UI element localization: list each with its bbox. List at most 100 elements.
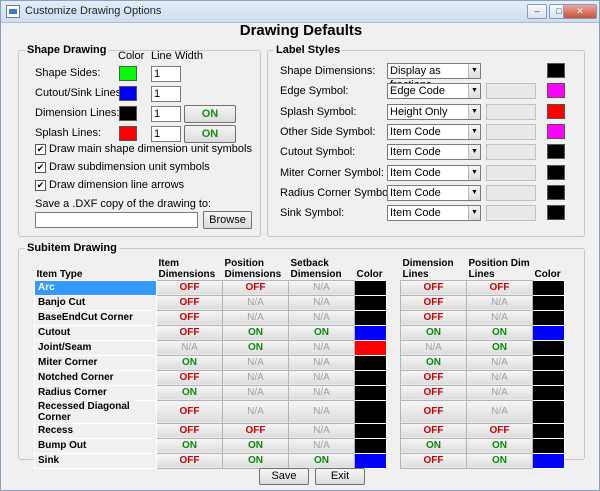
item-type-cell[interactable]: Cutout [34,324,157,341]
pos-dim-lines-toggle[interactable]: N/A [466,399,533,424]
dim-lines-toggle[interactable]: OFF [400,369,467,386]
setback-toggle[interactable]: N/A [288,384,355,401]
label-style-select[interactable]: Item Code ▼ [387,144,481,161]
pos-dim-lines-toggle[interactable]: ON [466,452,533,469]
item-type-cell[interactable]: Bump Out [34,437,157,454]
line-width-input[interactable]: 1 [151,106,181,122]
color-swatch[interactable] [532,437,565,454]
save-button[interactable]: Save [259,468,309,485]
setback-toggle[interactable]: N/A [288,422,355,439]
color-swatch[interactable] [532,279,565,296]
color-swatch[interactable] [354,399,387,424]
color-swatch[interactable] [547,63,565,78]
item-type-cell[interactable]: Banjo Cut [34,294,157,311]
item-type-cell[interactable]: Joint/Seam [34,339,157,356]
label-style-select[interactable]: Edge Code ▼ [387,83,481,100]
pos-dim-lines-toggle[interactable]: OFF [466,279,533,296]
item-dims-toggle[interactable]: OFF [156,279,223,296]
color-swatch[interactable] [532,354,565,371]
dim-lines-toggle[interactable]: OFF [400,422,467,439]
pos-dim-lines-toggle[interactable]: N/A [466,294,533,311]
pos-dim-lines-toggle[interactable]: ON [466,324,533,341]
pos-dim-lines-toggle[interactable]: N/A [466,354,533,371]
item-type-cell[interactable]: Recessed Diagonal Corner [34,399,157,424]
color-swatch[interactable] [547,103,565,119]
label-style-select[interactable]: Display as fractions▼ [387,63,481,91]
color-swatch[interactable] [119,106,137,121]
item-dims-toggle[interactable]: ON [156,384,223,401]
label-style-select[interactable]: Item Code ▼ [387,164,481,181]
dim-lines-toggle[interactable]: ON [400,437,467,454]
color-swatch[interactable] [532,384,565,401]
pos-dim-lines-toggle[interactable]: N/A [466,309,533,326]
checkbox[interactable]: ✔ [35,180,46,191]
color-swatch[interactable] [547,144,565,160]
pos-dims-toggle[interactable]: ON [222,437,289,454]
setback-toggle[interactable]: ON [288,452,355,469]
item-type-cell[interactable]: BaseEndCut Corner [34,309,157,326]
checkbox[interactable]: ✔ [35,162,46,173]
pos-dim-lines-toggle[interactable]: ON [466,437,533,454]
color-swatch[interactable] [354,294,387,311]
color-swatch[interactable] [532,339,565,356]
item-dims-toggle[interactable]: OFF [156,309,223,326]
toggle-on-button[interactable]: ON [184,105,236,123]
dim-lines-toggle[interactable]: ON [400,324,467,341]
color-swatch[interactable] [354,309,387,326]
pos-dims-toggle[interactable]: OFF [222,422,289,439]
label-style-select[interactable]: Item Code ▼ [387,205,481,222]
checkbox[interactable]: ✔ [35,144,46,155]
color-swatch[interactable] [532,294,565,311]
color-swatch[interactable] [547,164,565,180]
exit-button[interactable]: Exit [315,468,365,485]
color-swatch[interactable] [354,437,387,454]
pos-dims-toggle[interactable]: OFF [222,279,289,296]
dim-lines-toggle[interactable]: N/A [400,339,467,356]
color-swatch[interactable] [354,324,387,341]
line-width-input[interactable]: 1 [151,86,181,102]
item-type-cell[interactable]: Arc [34,279,157,296]
color-swatch[interactable] [532,452,565,469]
color-swatch[interactable] [532,422,565,439]
item-dims-toggle[interactable]: OFF [156,294,223,311]
color-swatch[interactable] [532,324,565,341]
color-swatch[interactable] [354,339,387,356]
color-swatch[interactable] [547,123,565,139]
setback-toggle[interactable]: N/A [288,294,355,311]
setback-toggle[interactable]: ON [288,324,355,341]
dim-lines-toggle[interactable]: OFF [400,384,467,401]
color-swatch[interactable] [354,384,387,401]
color-swatch[interactable] [532,369,565,386]
setback-toggle[interactable]: N/A [288,279,355,296]
color-swatch[interactable] [532,309,565,326]
line-width-input[interactable]: 1 [151,126,181,142]
item-dims-toggle[interactable]: OFF [156,399,223,424]
pos-dim-lines-toggle[interactable]: N/A [466,384,533,401]
label-style-select[interactable]: Item Code ▼ [387,184,481,201]
item-dims-toggle[interactable]: OFF [156,324,223,341]
setback-toggle[interactable]: N/A [288,399,355,424]
color-swatch[interactable] [354,452,387,469]
color-swatch[interactable] [547,205,565,221]
pos-dims-toggle[interactable]: ON [222,324,289,341]
browse-button[interactable]: Browse [203,211,252,229]
item-dims-toggle[interactable]: OFF [156,452,223,469]
pos-dims-toggle[interactable]: N/A [222,399,289,424]
pos-dim-lines-toggle[interactable]: N/A [466,369,533,386]
pos-dim-lines-toggle[interactable]: ON [466,339,533,356]
label-style-select[interactable]: Height Only ▼ [387,103,481,120]
item-type-cell[interactable]: Recess [34,422,157,439]
item-type-cell[interactable]: Sink [34,452,157,469]
color-swatch[interactable] [547,184,565,200]
color-swatch[interactable] [547,83,565,99]
dim-lines-toggle[interactable]: OFF [400,399,467,424]
color-swatch[interactable] [119,66,137,81]
color-swatch[interactable] [354,422,387,439]
line-width-input[interactable]: 1 [151,66,181,82]
minimize-icon[interactable]: – [527,4,547,19]
item-dims-toggle[interactable]: OFF [156,369,223,386]
pos-dims-toggle[interactable]: N/A [222,309,289,326]
dxf-path-input[interactable] [35,212,198,228]
item-dims-toggle[interactable]: ON [156,437,223,454]
setback-toggle[interactable]: N/A [288,339,355,356]
